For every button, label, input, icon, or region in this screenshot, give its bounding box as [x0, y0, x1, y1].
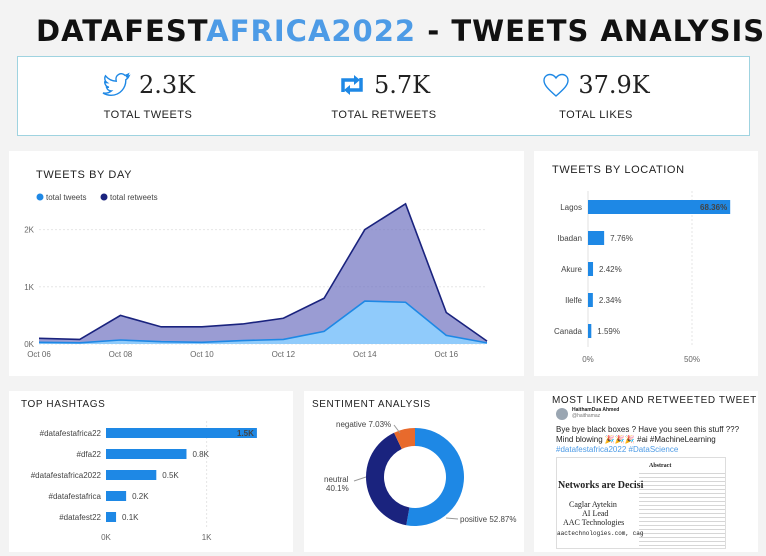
top-tweet-panel: MOST LIKED AND RETWEETED TWEET HaithamDu…: [534, 391, 758, 552]
y-tick-label: 2K: [24, 226, 34, 235]
category-label: Lagos: [560, 203, 582, 212]
image-org: AAC Technologies: [563, 518, 625, 527]
tweet-line3: #datafestafrica2022 #DataScience: [556, 445, 679, 454]
sentiment-chart: positive 52.87% neutral40.1% negative 7.03…: [324, 420, 516, 526]
hashtag-bar: [106, 512, 117, 522]
data-label: 1.59%: [597, 327, 620, 336]
data-label: 0.5K: [162, 471, 179, 480]
kpi-value: 2.3K: [138, 71, 196, 99]
x-tick-label: Oct 10: [190, 350, 214, 359]
leader-line: [445, 517, 459, 520]
location-bar: [588, 231, 605, 245]
location-bar: [588, 262, 594, 276]
hashtag-bar: [106, 428, 257, 438]
data-label: 0.8K: [192, 450, 209, 459]
tweets-by-day-chart: total tweets total retweets 0K 1K 2K Oct 06 Oc…: [24, 193, 488, 359]
kpi-total-tweets: 2.3K TOTAL TWEETS: [48, 57, 248, 137]
tweets-by-location-panel: TWEETS BY LOCATION Lagos 68.36% Ibadan 7.76…: [534, 151, 758, 376]
kpi-value: 5.7K: [373, 71, 431, 99]
top-hashtags-chart: #datafestafrica22 1.5K #dfa22 0.8K #datafest…: [31, 421, 257, 542]
image-site: aactechnologies.com, cag: [557, 530, 644, 537]
y-tick-label: 1K: [24, 283, 34, 292]
data-label: 68.36%: [700, 203, 727, 212]
category-label: #datafestafrica2022: [31, 471, 102, 480]
category-label: #datafest22: [59, 513, 101, 522]
neutral-label: neutral: [324, 475, 349, 484]
negative-label: negative 7.03%: [336, 420, 391, 429]
positive-label: positive 52.87%: [460, 515, 516, 524]
data-label: 2.42%: [599, 265, 622, 274]
x-tick-label: Oct 14: [353, 350, 377, 359]
x-tick-label: 0%: [582, 355, 594, 364]
title-part2: AFRICA2022: [206, 14, 417, 48]
heart-icon: [543, 73, 570, 97]
x-tick-label: 0K: [101, 533, 111, 542]
avatar: [556, 408, 568, 420]
category-label: Canada: [554, 327, 583, 336]
x-tick-label: Oct 06: [27, 350, 51, 359]
x-tick-label: Oct 08: [109, 350, 133, 359]
tweets-by-location-chart: Lagos 68.36% Ibadan 7.76% Akure 2.42% Ilelfe 2.…: [554, 191, 731, 364]
tweet-line2: Mind blowing 🎉🎉🎉 #ai #MachineLearning: [556, 435, 716, 444]
image-text-lines: [639, 470, 725, 548]
tweet-image[interactable]: Abstract Networks are Decisi Caglar Ayte…: [556, 457, 726, 549]
retweet-icon: [341, 75, 363, 95]
image-heading: Networks are Decisi: [558, 480, 644, 491]
legend-label: total retweets: [110, 193, 158, 202]
location-bar: [588, 324, 592, 338]
category-label: Akure: [561, 265, 582, 274]
dashboard-title: DATAFESTAFRICA2022 - TWEETS ANALYSIS: [36, 14, 765, 48]
x-tick-label: Oct 16: [434, 350, 458, 359]
category-label: #datafestafrica22: [40, 429, 102, 438]
kpi-label: TOTAL LIKES: [559, 109, 633, 121]
x-tick-label: Oct 12: [272, 350, 296, 359]
data-label: 1.5K: [237, 429, 254, 438]
hashtag-bar: [106, 470, 157, 480]
sentiment-panel: SENTIMENT ANALYSIS positive 52.87% neutra…: [304, 391, 524, 552]
tweet-handle: @haithamaz: [572, 413, 601, 419]
kpi-bar: 2.3K TOTAL TWEETS 5.7K TOTAL RETWEETS 37…: [17, 56, 750, 136]
x-tick-label: 1K: [202, 533, 212, 542]
panel-title: MOST LIKED AND RETWEETED TWEET: [552, 395, 757, 406]
location-bar: [588, 293, 593, 307]
kpi-label: TOTAL TWEETS: [103, 109, 193, 121]
data-label: 2.34%: [599, 296, 622, 305]
tweets-by-day-panel: TWEETS BY DAY total tweets total retweets…: [9, 151, 524, 376]
title-part3: - TWEETS ANALYSIS: [416, 14, 766, 48]
legend-marker: [36, 193, 44, 201]
x-tick-label: 50%: [684, 355, 700, 364]
category-label: Ibadan: [558, 234, 582, 243]
data-label: 0.1K: [122, 513, 139, 522]
top-hashtags-panel: TOP HASHTAGS #datafestafrica22 1.5K #dfa22…: [9, 391, 293, 552]
title-part1: DATAFEST: [36, 14, 207, 48]
category-label: #dfa22: [77, 450, 102, 459]
data-label: 7.76%: [610, 234, 633, 243]
hashtag-bar: [106, 491, 127, 501]
leader-line: [353, 476, 367, 482]
category-label: Ilelfe: [565, 296, 582, 305]
y-tick-label: 0K: [24, 340, 34, 349]
category-label: #datafestafrica: [49, 492, 102, 501]
data-label: 0.2K: [132, 492, 149, 501]
kpi-label: TOTAL RETWEETS: [331, 109, 437, 121]
legend-marker: [100, 193, 108, 201]
kpi-total-retweets: 5.7K TOTAL RETWEETS: [284, 57, 484, 137]
kpi-total-likes: 37.9K TOTAL LIKES: [496, 57, 696, 137]
hashtag-bar: [106, 449, 187, 459]
legend-label: total tweets: [46, 193, 86, 202]
tweet-line1: Bye bye black boxes ? Have you seen this…: [556, 425, 740, 434]
twitter-bird-icon: [102, 72, 131, 97]
neutral-percent-label: 40.1%: [326, 484, 349, 493]
kpi-value: 37.9K: [578, 71, 650, 99]
